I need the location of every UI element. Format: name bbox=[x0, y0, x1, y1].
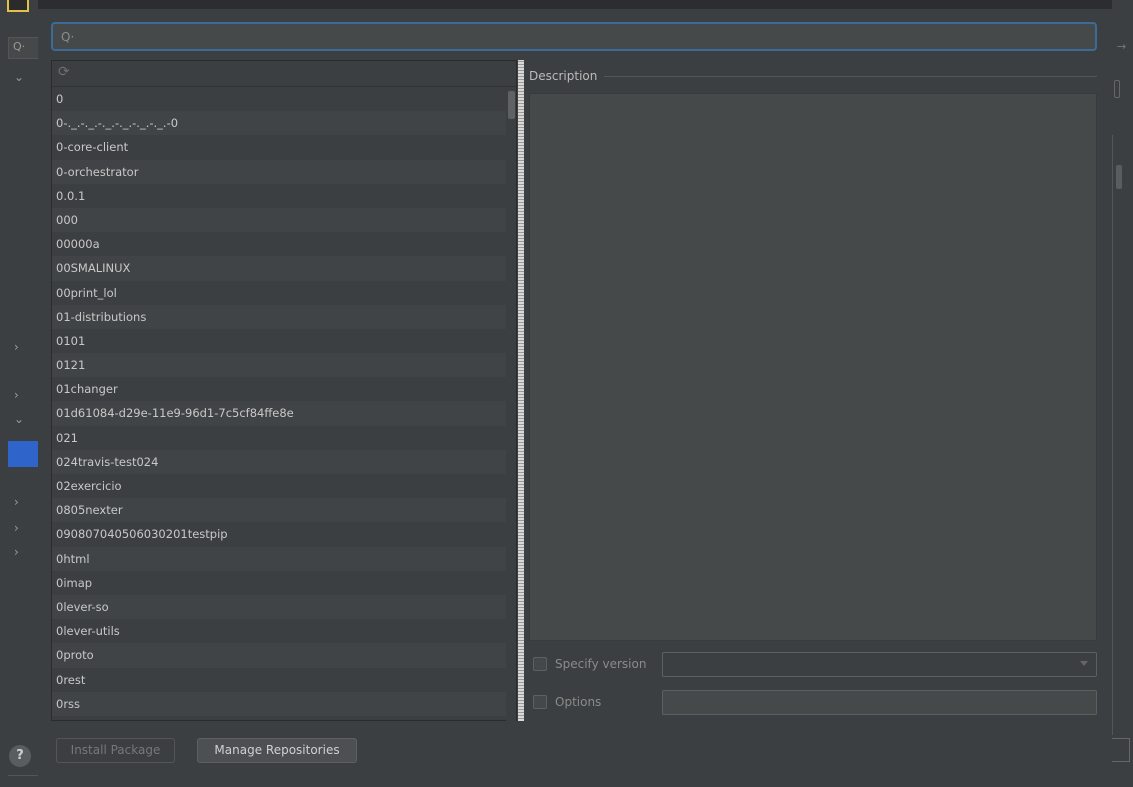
package-list-item[interactable]: 00000a bbox=[52, 232, 508, 257]
package-list-item[interactable]: 021 bbox=[52, 425, 508, 450]
background-ide-right: → bbox=[1112, 0, 1133, 787]
package-list-item[interactable]: 090807040506030201testpip bbox=[52, 522, 508, 547]
description-label: Description bbox=[529, 69, 598, 83]
package-list-item[interactable]: 00print_lol bbox=[52, 280, 508, 305]
package-list-panel: ⟳ 0 0-._.-._.-._.-._.-._.-._.-0 0-core-cli… bbox=[51, 60, 517, 721]
package-list-item[interactable]: 0lever-so bbox=[52, 594, 508, 620]
package-list-item[interactable]: 0rest bbox=[52, 667, 508, 692]
package-list: 0 0-._.-._.-._.-._.-._.-._.-0 0-core-clien… bbox=[52, 87, 508, 716]
package-list-scrollbar[interactable] bbox=[506, 87, 516, 721]
dropdown-arrow-icon bbox=[1080, 661, 1088, 666]
refresh-icon[interactable]: ⟳ bbox=[58, 64, 74, 80]
package-list-item[interactable]: 0-._.-._.-._.-._.-._.-._.-0 bbox=[52, 111, 508, 136]
scroll-thumb[interactable] bbox=[508, 91, 515, 119]
specify-version-label: Specify version bbox=[555, 657, 647, 671]
options-row: Options bbox=[533, 695, 601, 709]
background-panel-edge bbox=[1112, 135, 1128, 735]
package-list-item[interactable]: 024travis-test024 bbox=[52, 449, 508, 474]
divider bbox=[8, 775, 38, 776]
package-list-item[interactable]: 0101 bbox=[52, 328, 508, 354]
ide-logo-icon bbox=[7, 0, 29, 12]
available-packages-dialog: Q· ⟳ 0 0-._.-._.-._.-._.-._.-._.-0 0-core-… bbox=[38, 9, 1112, 787]
specify-version-row: Specify version bbox=[533, 657, 646, 671]
options-label: Options bbox=[555, 695, 602, 709]
background-search-icon: Q· bbox=[8, 37, 38, 59]
background-scroll-thumb bbox=[1116, 165, 1122, 189]
options-input[interactable] bbox=[662, 690, 1097, 715]
list-toolbar: ⟳ bbox=[52, 61, 516, 87]
package-list-item[interactable]: 01changer bbox=[52, 377, 508, 402]
package-list-item[interactable]: 02exercicio bbox=[52, 474, 508, 499]
package-list-item[interactable]: 01d61084-d29e-11e9-96d1-7c5cf84ffe8e bbox=[52, 401, 508, 426]
chevron-down-icon: ⌄ bbox=[14, 70, 25, 84]
manage-repositories-button[interactable]: Manage Repositories bbox=[197, 738, 357, 763]
description-divider bbox=[604, 76, 1097, 77]
help-icon: ? bbox=[9, 745, 31, 767]
arrow-icon: → bbox=[1117, 40, 1127, 53]
install-package-button[interactable]: Install Package bbox=[56, 738, 175, 763]
package-list-item[interactable]: 0-core-client bbox=[52, 135, 508, 160]
chevron-right-icon: › bbox=[14, 495, 19, 509]
chevron-right-icon: › bbox=[14, 340, 19, 354]
description-area bbox=[529, 93, 1097, 641]
chevron-right-icon: › bbox=[14, 388, 19, 402]
specify-version-checkbox[interactable] bbox=[533, 657, 547, 671]
chevron-right-icon: › bbox=[14, 545, 19, 559]
package-list-item[interactable]: 0html bbox=[52, 546, 508, 571]
package-search-box[interactable]: Q· bbox=[51, 22, 1097, 51]
search-icon: Q· bbox=[61, 29, 75, 44]
package-list-item[interactable]: 0proto bbox=[52, 643, 508, 668]
package-search-input[interactable] bbox=[78, 29, 1095, 44]
package-list-item[interactable]: 0.0.1 bbox=[52, 183, 508, 208]
package-list-item[interactable]: 0 bbox=[52, 87, 508, 112]
panel-splitter[interactable] bbox=[518, 60, 524, 721]
background-control bbox=[1114, 80, 1120, 98]
background-ide-strip: Q· ⌄ › › ⌄ › › › ? bbox=[0, 0, 38, 787]
package-list-item[interactable]: 000 bbox=[52, 207, 508, 233]
chevron-down-icon: ⌄ bbox=[14, 412, 25, 426]
package-list-item[interactable]: 01-distributions bbox=[52, 304, 508, 329]
package-list-item[interactable]: 0rss bbox=[52, 691, 508, 716]
package-list-item[interactable]: 0imap bbox=[52, 570, 508, 595]
background-selection bbox=[8, 441, 38, 467]
package-list-item[interactable]: 0805nexter bbox=[52, 498, 508, 523]
version-select[interactable] bbox=[662, 652, 1097, 677]
chevron-right-icon: › bbox=[14, 521, 19, 535]
package-list-item[interactable]: 0-orchestrator bbox=[52, 159, 508, 184]
package-list-item[interactable]: 0121 bbox=[52, 353, 508, 378]
options-checkbox[interactable] bbox=[533, 695, 547, 709]
package-list-item[interactable]: 00SMALINUX bbox=[52, 256, 508, 281]
background-field bbox=[1112, 738, 1130, 762]
package-list-item[interactable]: 0lever-utils bbox=[52, 619, 508, 644]
